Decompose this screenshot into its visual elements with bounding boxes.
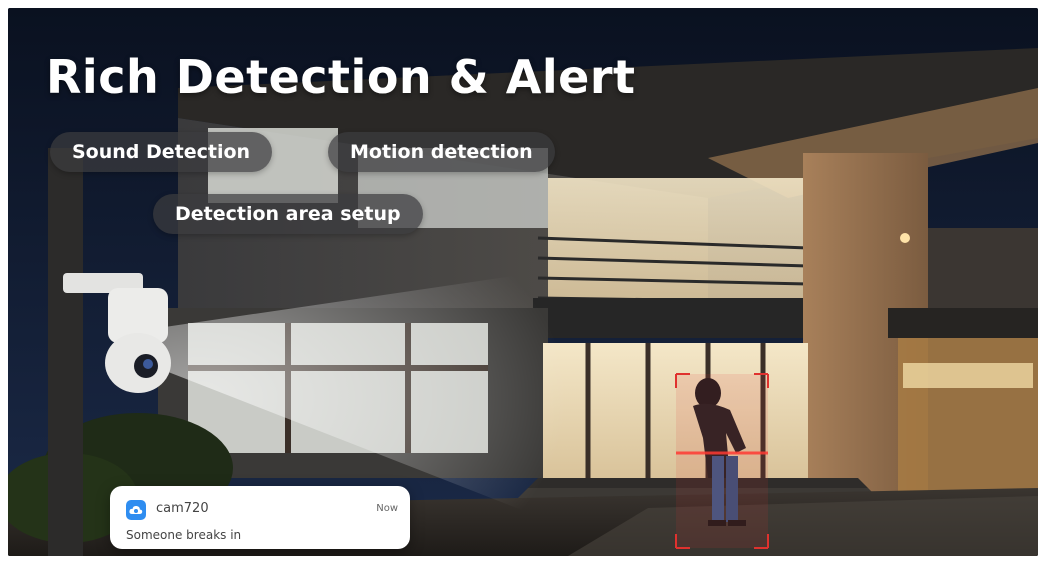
right-canopy: [888, 308, 1038, 338]
fence-light: [903, 363, 1033, 388]
feature-pill-sound-detection: Sound Detection: [50, 132, 273, 172]
wall-lamp: [900, 233, 910, 243]
camera-pole: [48, 148, 83, 556]
notification-message: Someone breaks in: [126, 528, 242, 542]
notification-time: Now: [376, 503, 398, 514]
feature-pill-motion-detection: Motion detection: [328, 132, 555, 172]
feature-pill-detection-area-setup: Detection area setup: [153, 194, 423, 234]
push-notification[interactable]: cam720 Now Someone breaks in: [110, 486, 410, 549]
detection-area-fill: [676, 374, 768, 548]
balcony-slab: [533, 298, 808, 338]
glass-doors: [543, 343, 808, 478]
hero-banner: Rich Detection & Alert Sound Detection M…: [8, 8, 1038, 556]
wood-fence: [898, 338, 1038, 498]
cloud-camera-icon: [126, 500, 146, 520]
notification-app-name: cam720: [156, 501, 209, 516]
headline: Rich Detection & Alert: [46, 50, 636, 104]
camera-lens-glint: [143, 359, 153, 369]
